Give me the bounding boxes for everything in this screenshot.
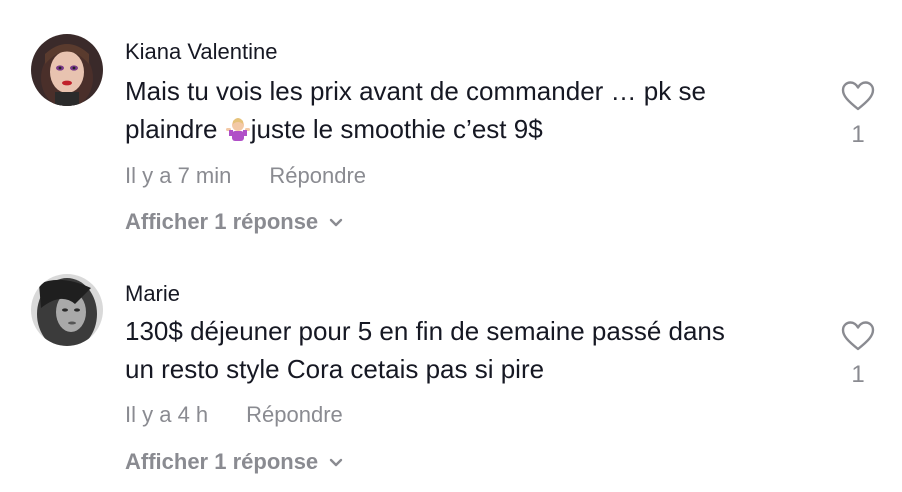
like-count: 1 — [851, 121, 865, 148]
avatar[interactable] — [31, 274, 103, 346]
heart-outline-icon[interactable] — [840, 81, 876, 116]
view-replies-label: Afficher 1 réponse — [125, 449, 319, 474]
comment-meta: Il y a 7 min Répondre — [125, 163, 366, 189]
like-button[interactable]: 1 — [836, 80, 880, 149]
woman-shrugging-emoji-icon — [225, 114, 251, 152]
like-count: 1 — [851, 361, 865, 388]
comment-text-part: juste le smoothie c’est 9$ — [250, 114, 543, 144]
comment-time: Il y a 7 min — [125, 163, 232, 188]
chevron-down-icon — [328, 209, 344, 235]
comment-author[interactable]: Kiana Valentine — [125, 39, 278, 65]
chevron-down-icon — [328, 449, 344, 475]
reply-button[interactable]: Répondre — [246, 402, 343, 428]
heart-outline-icon[interactable] — [840, 321, 876, 356]
like-button[interactable]: 1 — [836, 320, 880, 389]
view-replies-label: Afficher 1 réponse — [125, 209, 319, 234]
comment-meta: Il y a 4 h Répondre — [125, 402, 343, 428]
comment-author[interactable]: Marie — [125, 281, 180, 307]
comment-text: Mais tu vois les prix avant de commander… — [125, 72, 815, 152]
comment-time: Il y a 4 h — [125, 402, 209, 427]
reply-button[interactable]: Répondre — [269, 163, 366, 189]
view-replies-button[interactable]: Afficher 1 réponse — [125, 449, 344, 475]
view-replies-button[interactable]: Afficher 1 réponse — [125, 209, 344, 235]
comment-text: 130$ déjeuner pour 5 en fin de semaine p… — [125, 316, 725, 384]
avatar[interactable] — [31, 34, 103, 106]
